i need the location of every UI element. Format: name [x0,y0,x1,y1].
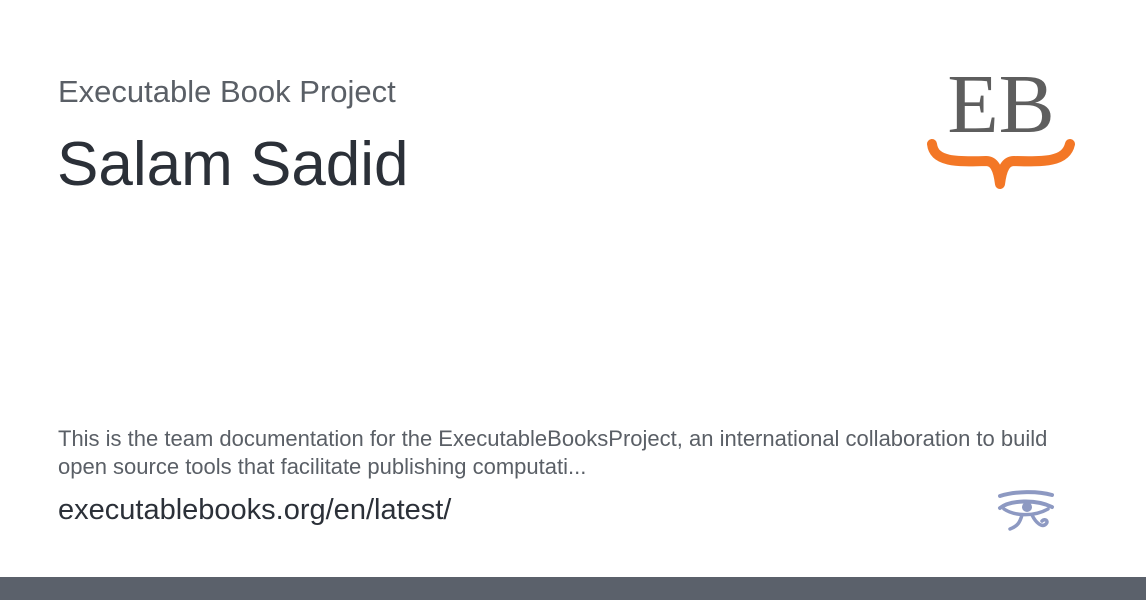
bottom-bar [0,577,1146,600]
page-description: This is the team documentation for the E… [58,426,1048,479]
executable-books-logo-icon: EB [927,58,1075,189]
social-preview-card: Executable Book Project Salam Sadid EB T… [0,0,1146,600]
page-title: Salam Sadid [57,130,409,199]
site-name: Executable Book Project [58,74,396,109]
logo-text: EB [947,58,1054,151]
page-url: executablebooks.org/en/latest/ [58,494,452,526]
eye-of-horus-icon [998,490,1054,531]
